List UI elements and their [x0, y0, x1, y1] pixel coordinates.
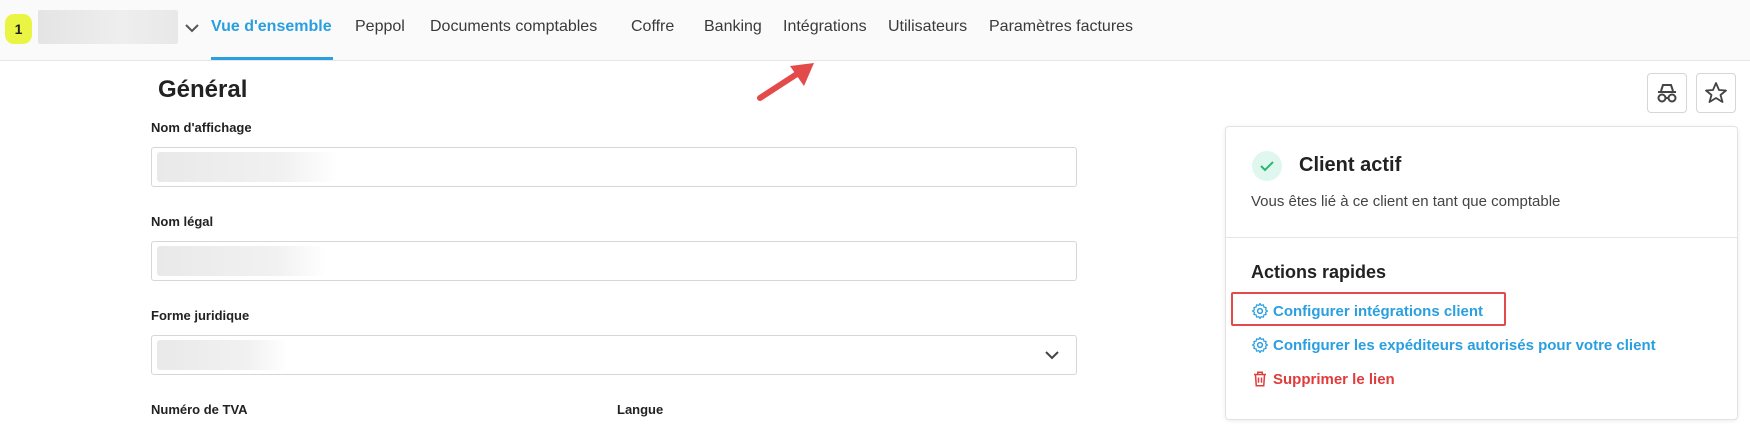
action-label: Configurer les expéditeurs autorisés pou… [1273, 336, 1656, 354]
divider [1226, 237, 1737, 238]
chevron-down-icon[interactable] [1044, 349, 1060, 361]
redacted-value [157, 152, 337, 182]
tab-integrations[interactable]: Intégrations [783, 18, 867, 36]
tab-overview[interactable]: Vue d'ensemble [211, 18, 332, 36]
tab-vault[interactable]: Coffre [631, 18, 674, 36]
configure-senders-link[interactable]: Configurer les expéditeurs autorisés pou… [1251, 336, 1656, 354]
chevron-down-icon[interactable] [184, 20, 200, 36]
check-icon [1252, 151, 1282, 181]
action-label: Supprimer le lien [1273, 370, 1395, 388]
annotation-arrow-icon [757, 63, 814, 101]
top-navigation: 1 Vue d'ensemble Peppol Documents compta… [0, 0, 1750, 61]
legal-form-select[interactable] [151, 335, 1077, 375]
annotation-highlight-box [1231, 292, 1506, 326]
client-number-badge: 1 [5, 14, 32, 44]
status-description: Vous êtes lié à ce client en tant que co… [1251, 193, 1561, 210]
client-selector[interactable] [38, 10, 178, 44]
trash-icon [1254, 371, 1266, 387]
tab-accounting-documents[interactable]: Documents comptables [430, 18, 597, 36]
quick-actions-heading: Actions rapides [1251, 262, 1387, 282]
display-name-label: Nom d'affichage [151, 120, 252, 135]
favorite-button[interactable] [1696, 73, 1736, 113]
gear-icon [1251, 336, 1269, 354]
status-title: Client actif [1299, 154, 1402, 176]
active-tab-indicator [211, 57, 333, 60]
tab-peppol[interactable]: Peppol [355, 18, 405, 36]
star-icon [1705, 82, 1727, 103]
redacted-value [157, 340, 287, 370]
legal-name-field[interactable] [151, 241, 1077, 281]
page-title: Général [158, 76, 248, 103]
tab-users[interactable]: Utilisateurs [888, 18, 967, 36]
tab-invoice-settings[interactable]: Paramètres factures [989, 18, 1133, 36]
delete-link-button[interactable]: Supprimer le lien [1251, 370, 1395, 388]
vat-number-label: Numéro de TVA [151, 402, 248, 417]
legal-form-label: Forme juridique [151, 308, 250, 323]
tab-banking[interactable]: Banking [704, 18, 762, 36]
incognito-button[interactable] [1647, 73, 1687, 113]
language-label: Langue [617, 402, 664, 417]
redacted-value [157, 246, 327, 276]
display-name-field[interactable] [151, 147, 1077, 187]
client-status-panel: Client actif Vous êtes lié à ce client e… [1225, 126, 1738, 420]
legal-name-label: Nom légal [151, 214, 214, 229]
incognito-icon [1657, 84, 1677, 103]
